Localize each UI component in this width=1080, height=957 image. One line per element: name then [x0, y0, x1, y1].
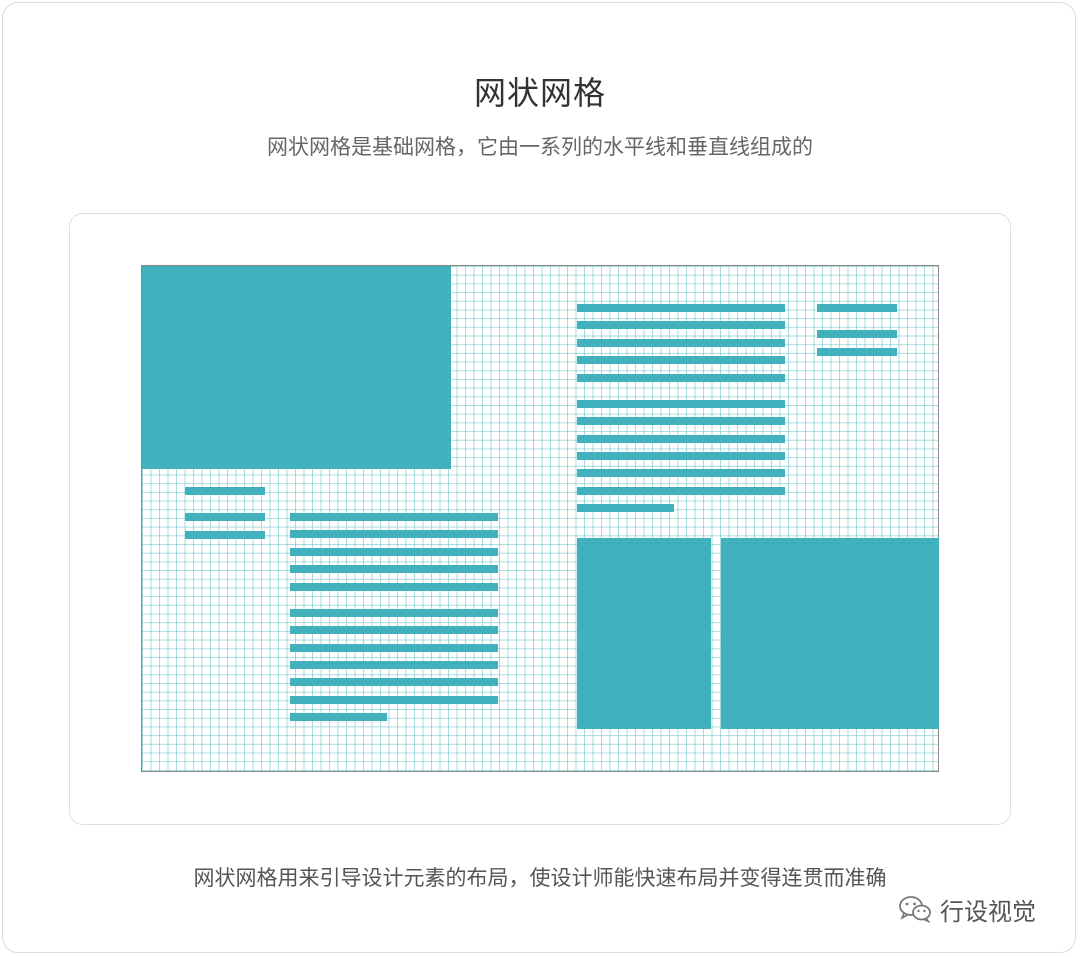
text-line — [290, 696, 498, 704]
heading-line — [185, 531, 265, 539]
watermark-text: 行设视觉 — [940, 897, 1036, 926]
text-line — [577, 469, 785, 477]
text-line — [290, 626, 498, 634]
text-line — [577, 417, 785, 425]
heading-line — [185, 513, 265, 521]
watermark: 行设视觉 — [898, 893, 1036, 926]
text-line — [577, 356, 785, 364]
text-line — [577, 339, 785, 347]
text-line — [577, 321, 785, 329]
image-block-bottom-right — [721, 538, 939, 729]
text-line — [290, 609, 498, 617]
heading-line — [817, 330, 897, 338]
text-line — [290, 661, 498, 669]
text-line — [577, 304, 785, 312]
caption: 网状网格用来引导设计元素的布局，使设计师能快速布局并变得连贯而准确 — [193, 866, 887, 890]
grid-illustration — [141, 265, 939, 772]
text-line — [290, 713, 387, 721]
text-line — [577, 435, 785, 443]
page-title: 网状网格 — [473, 74, 606, 112]
text-line — [577, 374, 785, 382]
text-line — [290, 565, 498, 573]
page-subtitle: 网状网格是基础网格，它由一系列的水平线和垂直线组成的 — [267, 135, 813, 159]
image-block-top-left — [142, 266, 451, 469]
heading-line — [817, 348, 897, 356]
text-line — [577, 452, 785, 460]
text-line — [290, 548, 498, 556]
text-line — [290, 530, 498, 538]
text-line — [290, 583, 498, 591]
text-line — [290, 644, 498, 652]
image-block-bottom-middle — [577, 538, 711, 729]
heading-line — [185, 487, 265, 495]
text-line — [577, 487, 785, 495]
text-line — [290, 678, 498, 686]
wechat-icon — [898, 895, 932, 923]
heading-line — [817, 304, 897, 312]
text-line — [290, 513, 498, 521]
text-line — [577, 504, 674, 512]
text-line — [577, 400, 785, 408]
